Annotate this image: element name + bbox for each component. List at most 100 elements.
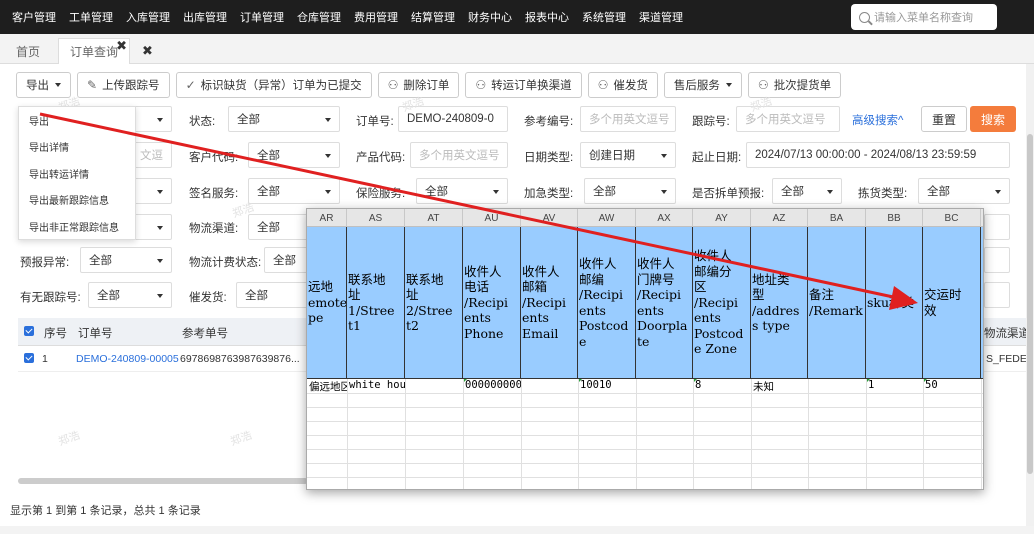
sheet-header-cell: 收件人 门牌号 /Recipi ents Doorpla te [636,227,693,378]
export-label: 导出 [26,80,49,92]
urge-label: 催发货 [613,80,648,92]
urgent-value: 全部 [593,186,616,198]
menu-item-export[interactable]: 导出 [19,107,135,134]
tracking-label: 跟踪号: [692,116,730,128]
toolbar: 导出 ✎ 上传跟踪号 ✓ 标识缺货（异常）订单为已提交 ⚇ 删除订单 ⚇ 转运订单换渠道… [16,72,847,98]
sheet-header-cell: 备注 /Remark [808,227,866,378]
nav-item-report[interactable]: 报表中心 [525,9,569,25]
product-code-input[interactable]: 多个用英文逗号 [410,142,508,168]
advanced-search-link[interactable]: 高级搜索^ [852,112,903,128]
nav-item-order[interactable]: 订单管理 [240,9,284,25]
date-range-label: 起止日期: [692,152,742,164]
tracking-input[interactable]: 多个用英文逗号 [736,106,840,132]
has-tracking-select[interactable]: 全部 [88,282,172,308]
menu-item-export-detail[interactable]: 导出详情 [19,134,135,161]
mark-missing-label: 标识缺货（异常）订单为已提交 [200,80,362,92]
date-type-value: 创建日期 [589,150,635,162]
chevron-down-icon [325,118,331,122]
row5-right-select[interactable] [984,247,1010,273]
search-button[interactable]: 搜索 [970,106,1016,132]
sheet-header-cell: 联系地 址 1/Stree t1 [347,227,405,378]
nav-item-customer[interactable]: 客户管理 [12,9,56,25]
column-letter: AR [307,209,347,227]
pick-type-value: 全部 [927,186,950,198]
urge-filter-label: 催发货: [189,292,227,304]
transfer-channel-button[interactable]: ⚇ 转运订单换渠道 [465,72,582,98]
row-ref-no: 6978698763987639876... [180,353,300,365]
sign-service-label: 签名服务: [189,188,239,200]
search-icon [859,11,870,23]
export-button[interactable]: 导出 [16,72,71,98]
close-all-tabs-icon[interactable]: ✖ [142,38,153,64]
after-sales-button[interactable]: 售后服务 [663,72,742,98]
tab-order-query[interactable]: 订单查询 ✖ [58,38,130,64]
insurance-label: 保险服务: [356,188,406,200]
insurance-select[interactable]: 全部 [416,178,508,204]
col-gridline [751,379,752,489]
nav-item-ticket[interactable]: 工单管理 [69,9,113,25]
nav-item-channel[interactable]: 渠道管理 [639,9,683,25]
sheet-data-cell: 未知 [753,381,774,393]
user-icon: ⚇ [387,78,399,92]
batch-tracking-label: 批次提货单 [773,80,832,92]
user-icon: ⚇ [757,78,769,92]
row4-right-select[interactable] [984,214,1010,240]
menu-item-export-transfer-detail[interactable]: 导出转运详情 [19,160,135,187]
row6-right-select[interactable] [984,282,1010,308]
horizontal-scrollbar[interactable] [18,478,308,484]
date-type-select[interactable]: 创建日期 [580,142,676,168]
ref-no-input[interactable]: 多个用英文逗号 [580,106,676,132]
column-letter: BA [808,209,866,227]
reset-button[interactable]: 重置 [921,106,967,132]
row-order-no-link[interactable]: DEMO-240809-00005 [76,353,179,365]
menu-item-export-latest-tracking[interactable]: 导出最新跟踪信息 [19,187,135,214]
sheet-header-cell: 联系地 址 2/Stree t2 [405,227,463,378]
sheet-header-cell: 交运时 效 [923,227,981,378]
chevron-down-icon [493,190,499,194]
forecast-select[interactable]: 全部 [80,247,172,273]
urge-button[interactable]: ⚇ 催发货 [587,72,658,98]
close-icon[interactable]: ✖ [116,38,127,54]
column-letter: AU [463,209,521,227]
customer-code-select[interactable]: 全部 [248,142,340,168]
nav-item-inbound[interactable]: 入库管理 [126,9,170,25]
scrollbar-thumb[interactable] [1027,134,1033,474]
select-all-checkbox[interactable] [24,326,34,336]
row-gridline [307,463,983,464]
nav-item-system[interactable]: 系统管理 [582,9,626,25]
mark-missing-button[interactable]: ✓ 标识缺货（异常）订单为已提交 [175,72,372,98]
row-channel: S_FEDE [986,353,1026,365]
sign-service-select[interactable]: 全部 [248,178,340,204]
pick-type-select[interactable]: 全部 [918,178,1010,204]
billing-value: 全部 [273,255,296,267]
vertical-scrollbar[interactable] [1026,64,1034,526]
delete-order-button[interactable]: ⚇ 删除订单 [377,72,460,98]
upload-tracking-button[interactable]: ✎ 上传跟踪号 [77,72,170,98]
col-gridline [923,379,924,489]
col-seq-header: 序号 [44,328,67,340]
col-gridline [463,379,464,489]
order-no-input[interactable]: DEMO-240809-0 [398,106,508,132]
chevron-down-icon [157,226,163,230]
col-ref-no-header: 参考单号 [182,328,228,340]
row-checkbox[interactable] [24,353,34,363]
menu-item-export-abnormal-tracking[interactable]: 导出非正常跟踪信息 [19,213,135,240]
sheet-header-cell: 远地 emote pe [307,227,347,378]
nav-item-warehouse[interactable]: 仓库管理 [297,9,341,25]
sheet-data-cell [636,379,693,393]
batch-tracking-button[interactable]: ⚇ 批次提货单 [747,72,842,98]
menu-search-input[interactable]: 请输入菜单名称查询 [851,4,997,30]
nav-item-fee[interactable]: 费用管理 [354,9,398,25]
nav-item-settlement[interactable]: 结算管理 [411,9,455,25]
nav-item-outbound[interactable]: 出库管理 [183,9,227,25]
order-no-label: 订单号: [356,116,394,128]
split-select[interactable]: 全部 [772,178,842,204]
nav-item-finance[interactable]: 财务中心 [468,9,512,25]
status-select[interactable]: 全部 [228,106,340,132]
tab-home[interactable]: 首页 [6,38,50,64]
sheet-header-cell: 收件人 邮编 /Recipi ents Postcod e [578,227,636,378]
date-range-input[interactable]: 2024/07/13 00:00:00 - 2024/08/13 23:59:5… [746,142,1010,168]
sheet-header-cell: 收件人 邮编分 区 /Recipi ents Postcod e Zone [693,227,751,378]
column-letter: AW [578,209,636,227]
urgent-select[interactable]: 全部 [584,178,676,204]
